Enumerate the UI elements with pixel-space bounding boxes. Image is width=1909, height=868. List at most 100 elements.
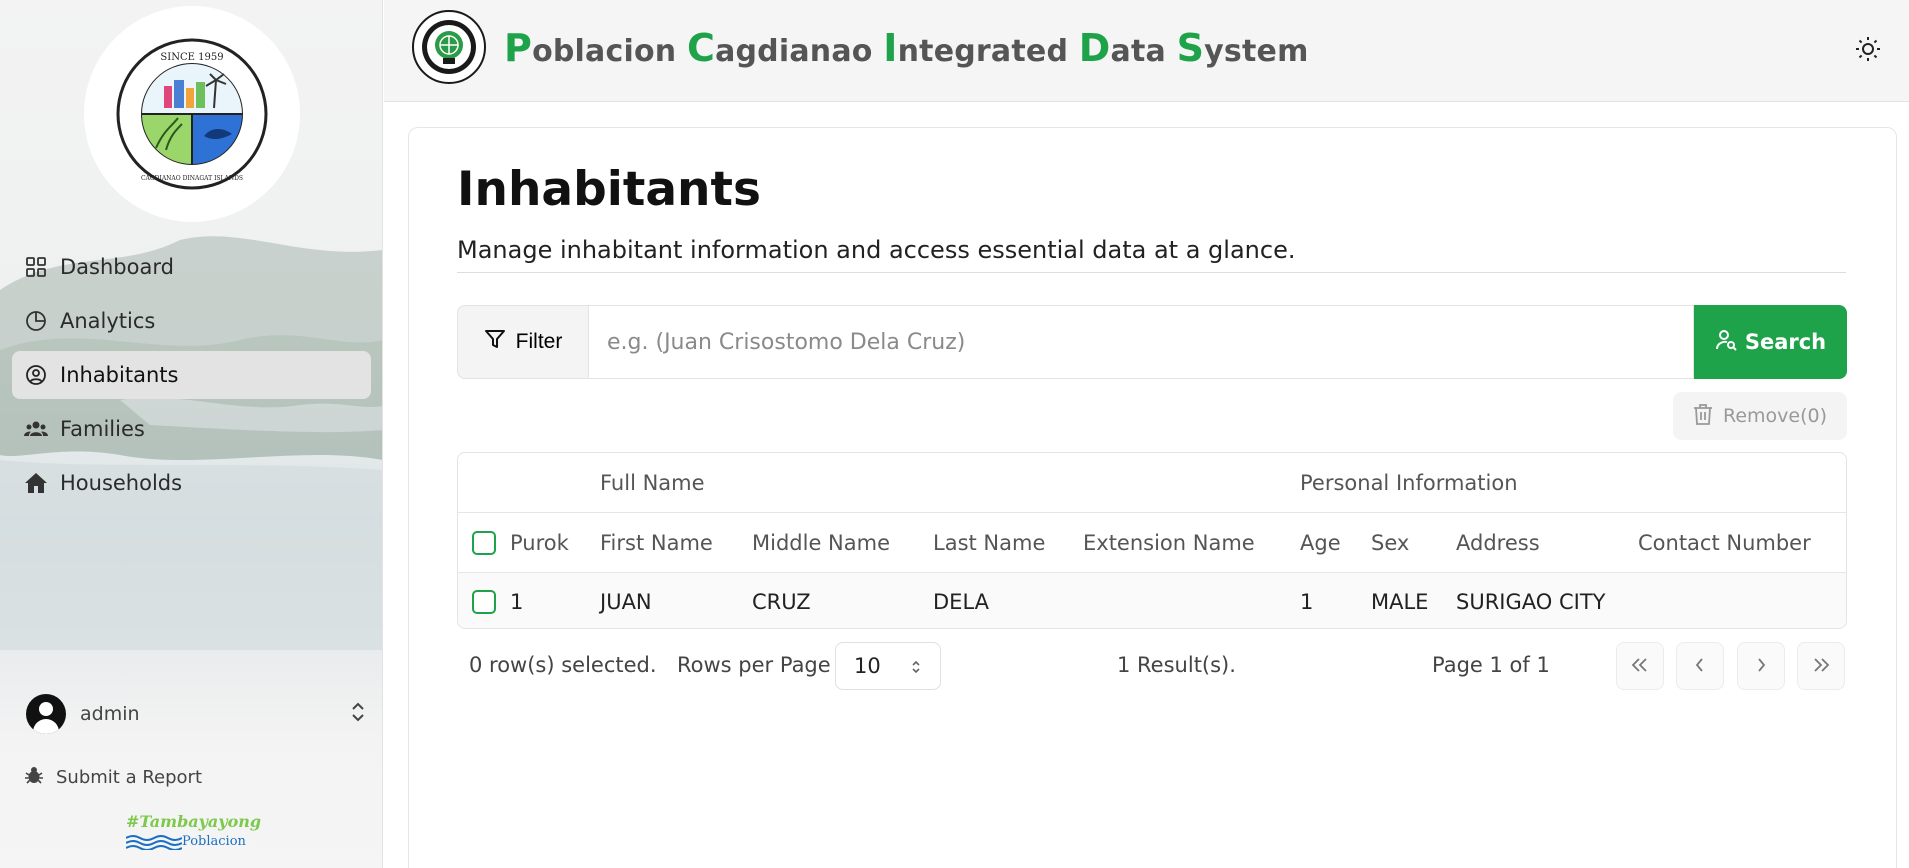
inhabitants-table: Full Name Personal Information Purok Fir… [457,452,1847,629]
selected-count: 0 row(s) selected. [469,653,657,677]
users-icon [24,417,48,441]
svg-text:SINCE 1959: SINCE 1959 [160,52,223,63]
title-initial: I [883,26,898,70]
pie-chart-icon [24,309,48,333]
table-header-row: Purok First Name Middle Name Last Name E… [458,513,1846,573]
barangay-seal: SINCE 1959 CAGDIANAO DINAGAT ISLANDS [84,6,300,222]
title-initial: P [504,26,533,70]
title-initial: C [686,26,716,70]
top-header: Poblacion Cagdianao Integrated Data Syst… [384,0,1909,102]
title-word: ata [1110,34,1177,69]
next-page-button[interactable] [1737,642,1785,690]
house-icon [24,471,48,495]
chevron-left-icon [1694,657,1706,676]
chevrons-left-icon [1630,657,1650,676]
user-name: admin [80,703,140,725]
inhabitants-card: Inhabitants Manage inhabitant informatio… [408,127,1897,868]
rows-per-page-value: 10 [854,654,881,678]
col-middle-name[interactable]: Middle Name [752,513,890,572]
rows-per-page-label: Rows per Page [677,653,831,677]
col-address[interactable]: Address [1456,513,1540,572]
sidebar-item-label: Inhabitants [60,363,179,387]
sidebar: SINCE 1959 CAGDIANAO DINAGAT ISLANDS Das… [0,0,383,868]
select-all-checkbox-cell [472,513,496,572]
user-menu[interactable]: admin [26,692,366,736]
theme-toggle-sun-icon[interactable] [1855,36,1881,66]
col-age[interactable]: Age [1300,513,1341,572]
sidebar-item-analytics[interactable]: Analytics [12,297,371,345]
row-checkbox-cell [472,573,496,628]
page-info: Page 1 of 1 [1432,653,1550,677]
user-circle-icon [24,363,48,387]
svg-text:CAGDIANAO DINAGAT ISLANDS: CAGDIANAO DINAGAT ISLANDS [141,175,243,182]
cell-purok: 1 [510,589,524,614]
title-word: agdianao [715,34,884,69]
rows-per-page-select[interactable]: 10 [835,642,941,690]
page-subtitle: Manage inhabitant information and access… [457,236,1296,264]
tagline-line2: Poblacion [182,834,246,849]
title-word: ystem [1204,34,1309,69]
tagline-line1: #Tambayayong [126,812,262,831]
sidebar-item-inhabitants[interactable]: Inhabitants [12,351,371,399]
sidebar-item-label: Dashboard [60,255,174,279]
sidebar-item-families[interactable]: Families [12,405,371,453]
sidebar-item-label: Households [60,471,183,495]
last-page-button[interactable] [1797,642,1845,690]
previous-page-button[interactable] [1676,642,1724,690]
divider [457,272,1846,273]
col-last-name[interactable]: Last Name [933,513,1045,572]
cell-first-name: JUAN [600,589,652,614]
sidebar-item-households[interactable]: Households [12,459,371,507]
col-sex[interactable]: Sex [1371,513,1409,572]
title-word: ntegrated [897,34,1079,69]
table-footer: 0 row(s) selected. Rows per Page 10 1 Re… [457,640,1847,690]
system-logo-icon [412,10,486,84]
search-input[interactable] [589,305,1694,379]
system-title: Poblacion Cagdianao Integrated Data Syst… [504,26,1309,70]
results-count: 1 Result(s). [1117,653,1236,677]
search-button-label: Search [1744,330,1827,354]
waves-icon [126,835,182,850]
filter-funnel-icon [484,328,506,356]
sidebar-item-dashboard[interactable]: Dashboard [12,243,371,291]
group-full-name: Full Name [600,470,705,495]
avatar [26,694,66,734]
cell-middle-name: CRUZ [752,589,811,614]
first-page-button[interactable] [1616,642,1664,690]
row-checkbox[interactable] [472,589,496,614]
chevron-updown-icon [910,657,922,681]
select-all-checkbox[interactable] [472,530,496,555]
chevron-right-icon [1755,657,1767,676]
submit-report-label: Submit a Report [56,767,202,788]
filter-label: Filter [515,330,563,353]
barangay-seal-icon: SINCE 1959 CAGDIANAO DINAGAT ISLANDS [116,38,268,190]
cell-sex: MALE [1371,589,1429,614]
tambayayong-logo: #Tambayayong Poblacion [126,812,266,852]
filter-button[interactable]: Filter [457,305,589,379]
trash-icon [1693,403,1713,430]
sidebar-item-label: Families [60,417,145,441]
dashboard-grid-icon [24,255,48,279]
chevron-updown-icon [350,701,366,727]
col-extension-name[interactable]: Extension Name [1083,513,1255,572]
col-contact-number[interactable]: Contact Number [1638,513,1811,572]
cell-address: SURIGAO CITY [1456,589,1606,614]
sidebar-nav: Dashboard Analytics Inhabitants Families… [12,243,371,513]
cell-age: 1 [1300,589,1314,614]
col-purok[interactable]: Purok [510,513,569,572]
page-title: Inhabitants [457,162,761,217]
sidebar-item-label: Analytics [60,309,156,333]
user-search-icon [1715,329,1737,356]
chevrons-right-icon [1811,657,1831,676]
table-group-header: Full Name Personal Information [458,453,1846,513]
group-personal-information: Personal Information [1300,470,1518,495]
cell-last-name: DELA [933,589,989,614]
submit-report-link[interactable]: Submit a Report [24,765,202,790]
table-row[interactable]: 1 JUAN CRUZ DELA 1 MALE SURIGAO CITY [458,573,1846,628]
bug-icon [24,765,44,790]
title-initial: D [1078,26,1111,70]
title-initial: S [1176,26,1205,70]
col-first-name[interactable]: First Name [600,513,713,572]
remove-selected-button[interactable]: Remove(0) [1673,392,1847,440]
search-button[interactable]: Search [1694,305,1847,379]
